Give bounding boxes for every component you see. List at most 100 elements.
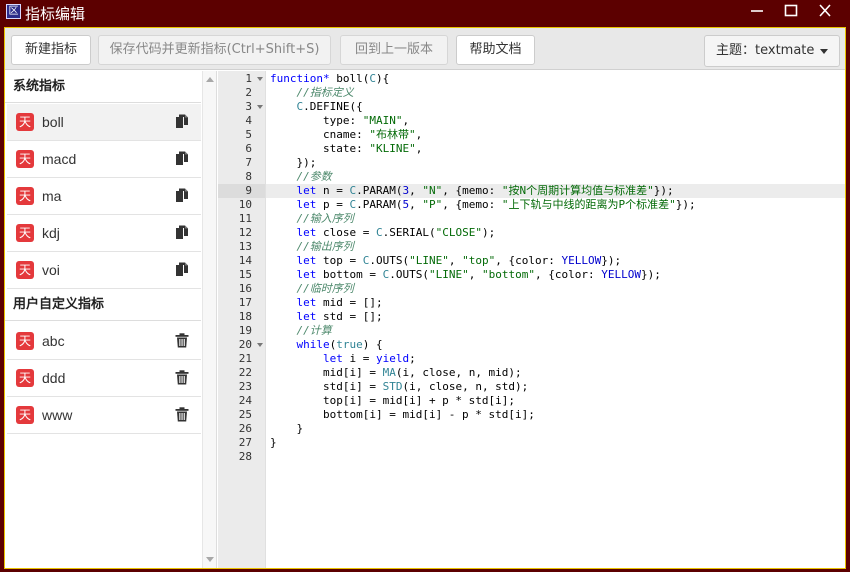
code-line: C.DEFINE({ [270, 100, 363, 114]
copy-icon[interactable] [175, 188, 191, 204]
line-number: 23 [238, 380, 252, 393]
code-token-plain: boll( [329, 72, 370, 85]
theme-value: textmate [755, 43, 815, 58]
line-number: 3 [245, 100, 252, 113]
code-token-plain: ; [409, 352, 416, 365]
theme-dropdown[interactable]: 主题：textmate [704, 35, 840, 67]
code-editor[interactable]: 1 2 3 4 5 6 7 8 9 10 11 12 13 14 15 16 17 18 19 20 21 22 23 24 2… [218, 71, 845, 568]
maximize-button[interactable] [774, 0, 808, 22]
theme-label: 主题： [716, 43, 756, 58]
code-token-string: "上下轨与中线的距离为P个标准差" [501, 198, 676, 211]
code-token-string: "LINE" [428, 268, 469, 281]
indicator-badge-icon: 天 [16, 224, 34, 242]
trash-icon[interactable] [175, 370, 191, 386]
line-number: 28 [238, 450, 252, 463]
code-line: } [270, 422, 303, 436]
line-number: 22 [238, 366, 252, 379]
copy-icon[interactable] [175, 151, 191, 167]
copy-icon[interactable] [175, 262, 191, 278]
line-number: 18 [238, 310, 252, 323]
code-token-plain: std[i] = [270, 380, 383, 393]
indicator-name: ddd [42, 370, 66, 386]
code-token-plain: mid = []; [316, 296, 383, 309]
close-button[interactable] [808, 0, 842, 22]
code-token-comment: //参数 [296, 170, 332, 183]
trash-icon[interactable] [175, 407, 191, 423]
code-token-number: YELLOW [601, 268, 641, 281]
copy-icon[interactable] [175, 114, 191, 130]
minimize-button[interactable] [740, 0, 774, 22]
code-line: } [270, 436, 277, 450]
code-line: let mid = []; [270, 296, 383, 310]
fold-arrow-icon[interactable] [256, 338, 264, 352]
code-token-string: "按N个周期计算均值与标准差" [501, 184, 654, 197]
user-item-abc[interactable]: 天 abc [7, 323, 201, 360]
indicator-name: macd [42, 151, 77, 167]
code-line: let close = C.SERIAL("CLOSE"); [270, 226, 496, 240]
code-token-plain: , {memo: [442, 198, 502, 211]
code-token-plain: , {color: [534, 268, 602, 281]
revert-version-button[interactable]: 回到上一版本 [340, 35, 448, 65]
window-title: 指标编辑 [25, 5, 86, 23]
indicator-badge-icon: 天 [16, 113, 34, 131]
line-number: 27 [238, 436, 252, 449]
help-docs-button[interactable]: 帮助文档 [456, 35, 535, 65]
line-number: 2 [245, 86, 252, 99]
user-item-www[interactable]: 天 www [7, 397, 201, 434]
code-token-number: YELLOW [561, 254, 602, 267]
code-token-keyword: let [296, 184, 317, 197]
code-text-area[interactable]: function* boll(C){ //指标定义 C.DEFINE({ typ… [266, 71, 845, 568]
code-line: //指标定义 [270, 86, 354, 100]
code-token-keyword: yield [375, 352, 410, 365]
scroll-down-arrow-icon[interactable] [206, 557, 214, 562]
code-token-string: "N" [422, 184, 443, 197]
app-logo-icon: 区 [6, 4, 21, 19]
code-token-plain: close = [316, 226, 376, 239]
system-item-ma[interactable]: 天 ma [7, 178, 201, 215]
code-line: let bottom = C.OUTS("LINE", "bottom", {c… [270, 268, 661, 282]
code-token-comment: //输出序列 [296, 240, 354, 253]
code-line: //输出序列 [270, 240, 354, 254]
system-item-boll[interactable]: 天 boll [7, 104, 201, 141]
system-item-macd[interactable]: 天 macd [7, 141, 201, 178]
code-token-keyword: while [296, 338, 330, 351]
code-token-string: "P" [422, 198, 443, 211]
code-token-plain: , [468, 268, 482, 281]
user-item-ddd[interactable]: 天 ddd [7, 360, 201, 397]
indicator-list: 系统指标 天 boll 天 macd 天 ma 天 kdj 天 voi 用户自定… [5, 71, 201, 568]
code-token-string: "LINE" [409, 254, 449, 267]
fold-arrow-icon[interactable] [256, 72, 264, 86]
code-token-plain: bottom[i] = mid[i] - p * std[i]; [270, 408, 535, 421]
code-token-const: C [369, 72, 376, 85]
trash-icon[interactable] [175, 333, 191, 349]
system-item-voi[interactable]: 天 voi [7, 252, 201, 289]
title-bar[interactable]: 区 指标编辑 [0, 0, 850, 24]
code-token-plain: bottom = [316, 268, 383, 281]
code-token-keyword: let [322, 352, 343, 365]
copy-icon[interactable] [175, 225, 191, 241]
indicator-badge-icon: 天 [16, 150, 34, 168]
system-item-kdj[interactable]: 天 kdj [7, 215, 201, 252]
line-number: 1 [245, 72, 252, 85]
indicator-badge-icon: 天 [16, 187, 34, 205]
fold-arrow-icon[interactable] [256, 100, 264, 114]
indicator-badge-icon: 天 [16, 332, 34, 350]
code-token-plain: i = [342, 352, 376, 365]
line-number: 5 [245, 128, 252, 141]
new-indicator-button[interactable]: 新建指标 [11, 35, 91, 65]
indicator-badge-icon: 天 [16, 261, 34, 279]
line-number: 26 [238, 422, 252, 435]
scroll-up-arrow-icon[interactable] [206, 77, 214, 82]
indicator-badge-icon: 天 [16, 369, 34, 387]
save-and-update-button[interactable]: 保存代码并更新指标(Ctrl+Shift+S) [98, 35, 331, 65]
code-token-plain: type: [270, 114, 363, 127]
indicator-name: www [42, 407, 73, 423]
code-line: while(true) { [270, 338, 383, 352]
sidebar-scrollbar[interactable] [202, 71, 216, 568]
code-token-keyword: let [296, 254, 317, 267]
